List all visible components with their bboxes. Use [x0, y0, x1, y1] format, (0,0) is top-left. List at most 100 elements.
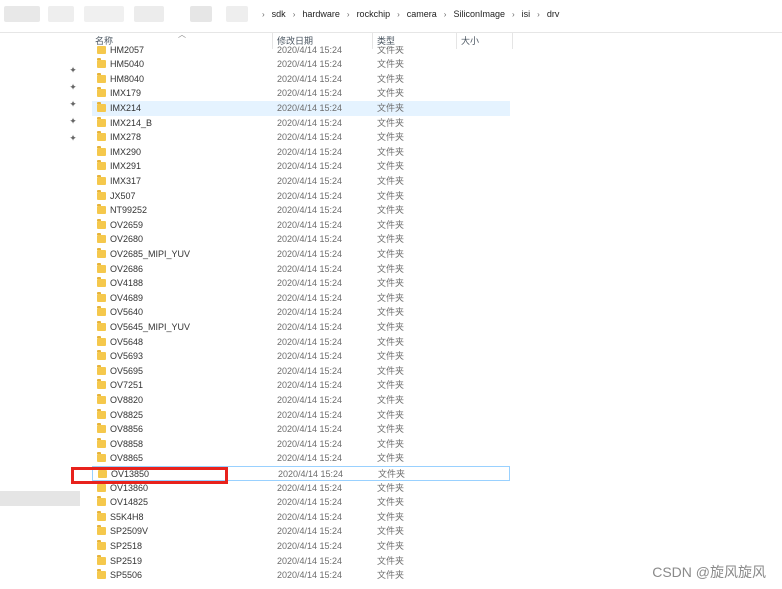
file-name: IMX214_B [110, 117, 153, 128]
file-row[interactable]: IMX291 2020/4/14 15:24 文件夹 [92, 159, 510, 174]
file-name: OV5693 [110, 351, 144, 362]
file-name: OV5648 [110, 336, 144, 347]
file-row[interactable]: OV4689 2020/4/14 15:24 文件夹 [92, 291, 510, 306]
file-row[interactable]: IMX179 2020/4/14 15:24 文件夹 [92, 86, 510, 101]
file-row[interactable]: IMX278 2020/4/14 15:24 文件夹 [92, 130, 510, 145]
file-name: IMX317 [110, 176, 142, 186]
file-row[interactable]: OV8865 2020/4/14 15:24 文件夹 [92, 451, 510, 466]
file-row[interactable]: NT99252 2020/4/14 15:24 文件夹 [92, 203, 510, 218]
chevron-right-icon[interactable]: › [508, 10, 519, 19]
blurred-toolbar-region [134, 6, 164, 22]
file-name: OV8820 [110, 395, 144, 405]
folder-icon [97, 87, 106, 98]
file-row[interactable]: OV5695 2020/4/14 15:24 文件夹 [92, 364, 510, 379]
breadcrumb-item[interactable]: rockchip [354, 9, 394, 19]
breadcrumb-item[interactable]: camera [404, 9, 440, 19]
file-type: 文件夹 [377, 46, 405, 55]
file-row[interactable]: OV2686 2020/4/14 15:24 文件夹 [92, 262, 510, 277]
file-row[interactable]: OV2685_MIPI_YUV 2020/4/14 15:24 文件夹 [92, 247, 510, 262]
file-name: SP2509V [110, 526, 149, 537]
file-type: 文件夹 [377, 132, 405, 143]
file-type: 文件夹 [377, 438, 405, 449]
blurred-toolbar-region [48, 6, 74, 22]
file-row[interactable]: HM2057 2020/4/14 15:24 文件夹 [92, 46, 510, 57]
folder-icon [97, 306, 106, 317]
file-row[interactable]: SP5506 2020/4/14 15:24 文件夹 [92, 568, 510, 583]
file-type: 文件夹 [377, 205, 405, 216]
file-type: 文件夹 [377, 526, 405, 537]
file-row[interactable]: OV7251 2020/4/14 15:24 文件夹 [92, 378, 510, 393]
file-row[interactable]: HM8040 2020/4/14 15:24 文件夹 [92, 72, 510, 87]
file-type: 文件夹 [377, 322, 405, 332]
file-name: OV2686 [110, 263, 144, 274]
file-row[interactable]: IMX317 2020/4/14 15:24 文件夹 [92, 174, 510, 189]
file-modified-date: 2020/4/14 15:24 [277, 249, 343, 259]
blurred-toolbar-region [84, 6, 124, 22]
file-type: 文件夹 [377, 380, 405, 391]
chevron-right-icon[interactable]: › [533, 10, 544, 19]
file-type: 文件夹 [377, 117, 405, 128]
file-row[interactable]: SP2518 2020/4/14 15:24 文件夹 [92, 539, 510, 554]
file-name: HM2057 [110, 46, 145, 55]
blurred-toolbar-region [4, 6, 40, 22]
file-type: 文件夹 [377, 409, 405, 420]
file-row[interactable]: HM5040 2020/4/14 15:24 文件夹 [92, 57, 510, 72]
file-type: 文件夹 [377, 161, 405, 172]
file-modified-date: 2020/4/14 15:24 [277, 395, 343, 405]
file-row[interactable]: OV8820 2020/4/14 15:24 文件夹 [92, 393, 510, 408]
chevron-right-icon[interactable]: › [289, 10, 300, 19]
file-row[interactable]: OV2659 2020/4/14 15:24 文件夹 [92, 218, 510, 233]
folder-icon [97, 335, 106, 346]
file-row[interactable]: OV4188 2020/4/14 15:24 文件夹 [92, 276, 510, 291]
file-row[interactable]: SP2509V 2020/4/14 15:24 文件夹 [92, 524, 510, 539]
folder-icon [97, 321, 106, 331]
folder-icon [97, 569, 106, 580]
folder-icon [97, 379, 106, 390]
file-modified-date: 2020/4/14 15:24 [277, 438, 343, 449]
file-row[interactable]: SP2519 2020/4/14 15:24 文件夹 [92, 554, 510, 569]
breadcrumb-item[interactable]: sdk [269, 9, 289, 19]
blurred-toolbar-region [190, 6, 212, 22]
file-row[interactable]: OV2680 2020/4/14 15:24 文件夹 [92, 232, 510, 247]
file-name: OV8865 [110, 453, 144, 464]
file-row[interactable]: OV5693 2020/4/14 15:24 文件夹 [92, 349, 510, 364]
file-row[interactable]: IMX214 2020/4/14 15:24 文件夹 [92, 101, 510, 116]
file-row[interactable]: OV5645_MIPI_YUV 2020/4/14 15:24 文件夹 [92, 320, 510, 335]
file-modified-date: 2020/4/14 15:24 [277, 555, 343, 566]
folder-icon [97, 218, 106, 229]
folder-icon [97, 394, 106, 404]
file-row[interactable]: OV14825 2020/4/14 15:24 文件夹 [92, 495, 510, 510]
file-row[interactable]: OV8858 2020/4/14 15:24 文件夹 [92, 437, 510, 452]
file-row[interactable]: OV8856 2020/4/14 15:24 文件夹 [92, 422, 510, 437]
chevron-right-icon[interactable]: › [393, 10, 404, 19]
file-row[interactable]: IMX214_B 2020/4/14 15:24 文件夹 [92, 116, 510, 131]
file-row[interactable]: OV5648 2020/4/14 15:24 文件夹 [92, 335, 510, 350]
file-row[interactable]: OV5640 2020/4/14 15:24 文件夹 [92, 305, 510, 320]
file-name: OV8856 [110, 424, 144, 435]
file-row[interactable]: JX507 2020/4/14 15:24 文件夹 [92, 189, 510, 204]
chevron-right-icon[interactable]: › [440, 10, 451, 19]
chevron-right-icon[interactable]: › [258, 10, 269, 19]
file-row[interactable]: S5K4H8 2020/4/14 15:24 文件夹 [92, 510, 510, 525]
file-modified-date: 2020/4/14 15:24 [277, 88, 343, 99]
file-row[interactable]: OV8825 2020/4/14 15:24 文件夹 [92, 408, 510, 423]
file-name: OV5640 [110, 307, 144, 318]
file-modified-date: 2020/4/14 15:24 [277, 161, 343, 172]
file-type: 文件夹 [377, 482, 405, 493]
file-row[interactable]: IMX290 2020/4/14 15:24 文件夹 [92, 145, 510, 160]
file-type: 文件夹 [377, 103, 405, 113]
file-name: OV2685_MIPI_YUV [110, 249, 191, 259]
file-type: 文件夹 [377, 190, 405, 201]
file-name: OV2659 [110, 219, 144, 230]
breadcrumb-item[interactable]: drv [544, 9, 563, 19]
chevron-right-icon[interactable]: › [343, 10, 354, 19]
breadcrumb-item[interactable]: isi [519, 9, 534, 19]
file-name: SP5506 [110, 570, 143, 581]
file-modified-date: 2020/4/14 15:24 [277, 307, 343, 318]
folder-icon [97, 116, 106, 127]
file-modified-date: 2020/4/14 15:24 [277, 146, 343, 157]
breadcrumb-item[interactable]: SiliconImage [450, 9, 508, 19]
file-type: 文件夹 [377, 511, 405, 522]
breadcrumb-item[interactable]: hardware [299, 9, 343, 19]
file-modified-date: 2020/4/14 15:24 [277, 351, 343, 362]
